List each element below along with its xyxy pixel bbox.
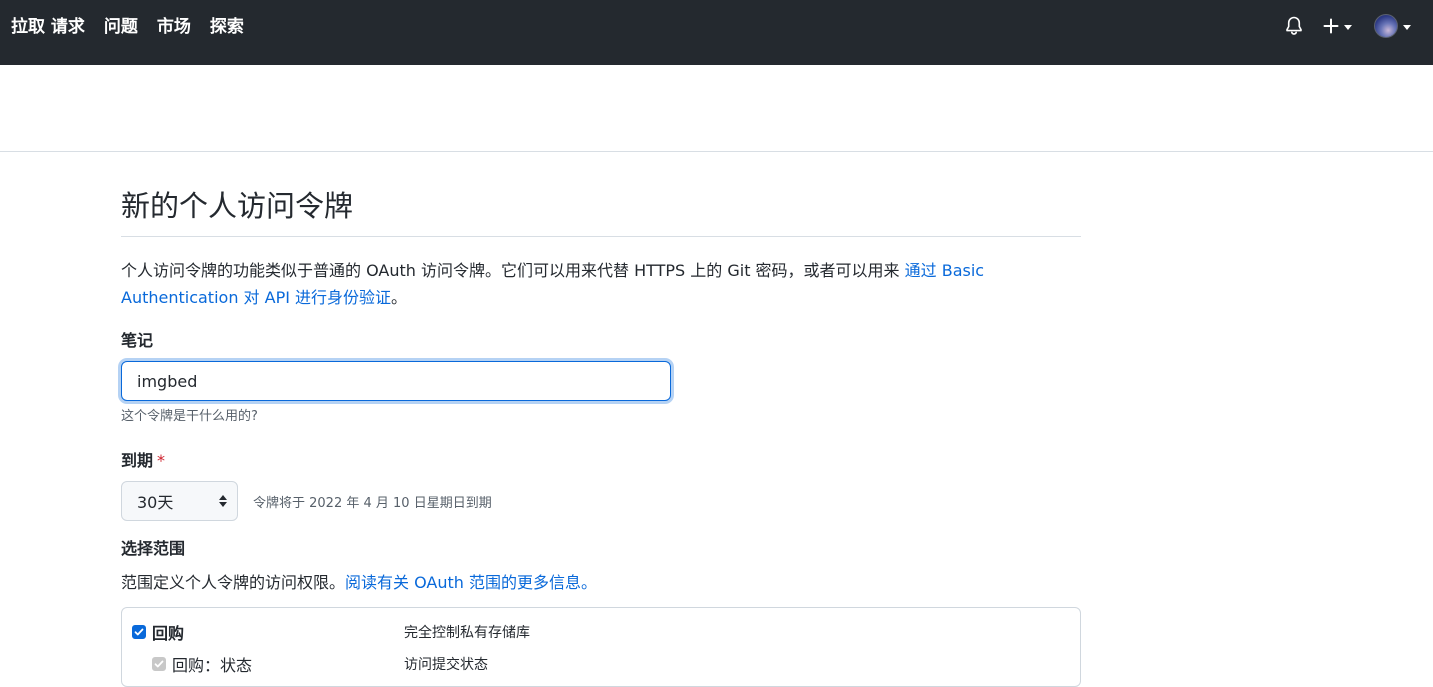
bell-icon[interactable] — [1285, 16, 1303, 36]
nav-pull-requests[interactable]: 拉取 请求 — [11, 16, 85, 38]
scopes-description-text: 范围定义个人令牌的访问权限。 — [121, 573, 346, 592]
select-arrows-icon — [219, 495, 227, 507]
scope-description-repo: 完全控制私有存储库 — [404, 625, 530, 641]
avatar — [1374, 14, 1398, 38]
check-icon — [154, 660, 164, 668]
expiration-row: 30天 令牌将于 2022 年 4 月 10 日星期日到期 — [121, 481, 1081, 521]
page-title: 新的个人访问令牌 — [121, 189, 354, 223]
description-end: 。 — [391, 288, 408, 307]
scopes-list: 回购 完全控制私有存储库 回购：状态 访问提交状态 — [121, 607, 1081, 687]
expiration-note: 令牌将于 2022 年 4 月 10 日星期日到期 — [253, 495, 492, 511]
check-icon — [134, 628, 144, 636]
nav-issues[interactable]: 问题 — [104, 16, 138, 38]
expiration-select[interactable]: 30天 — [121, 481, 238, 521]
required-mark: * — [157, 451, 166, 470]
user-menu-dropdown[interactable] — [1374, 14, 1411, 38]
scope-row-repo: 回购 完全控制私有存储库 — [132, 620, 530, 644]
note-label: 笔记 — [121, 331, 154, 350]
main-content: 新的个人访问令牌 个人访问令牌的功能类似于普通的 OAuth 访问令牌。它们可以… — [121, 180, 1081, 687]
page-description: 个人访问令牌的功能类似于普通的 OAuth 访问令牌。它们可以用来代替 HTTP… — [121, 257, 1081, 311]
scope-checkbox-repo-status[interactable] — [152, 657, 166, 671]
expiration-label: 到期 * — [121, 449, 1081, 473]
scope-description-repo-status: 访问提交状态 — [404, 657, 488, 673]
main-nav: 拉取 请求 问题 市场 探索 — [11, 16, 244, 38]
top-header: 拉取 请求 问题 市场 探索 — [0, 0, 1433, 65]
scope-checkbox-repo[interactable] — [132, 625, 146, 639]
note-input[interactable] — [121, 361, 671, 401]
oauth-scopes-link[interactable]: 阅读有关 OAuth 范围的更多信息。 — [345, 573, 597, 592]
create-new-dropdown[interactable] — [1323, 18, 1352, 34]
title-divider — [121, 236, 1081, 237]
chevron-down-icon — [1403, 24, 1411, 30]
scopes-description: 范围定义个人令牌的访问权限。阅读有关 OAuth 范围的更多信息。 — [121, 571, 1081, 595]
scope-row-repo-status: 回购：状态 访问提交状态 — [152, 652, 488, 676]
scope-name-repo: 回购 — [152, 624, 185, 643]
note-hint: 这个令牌是干什么用的? — [121, 409, 258, 424]
expiration-label-text: 到期 — [121, 451, 154, 470]
scopes-label: 选择范围 — [121, 539, 186, 558]
expiration-selected-value: 30天 — [137, 493, 174, 512]
nav-marketplace[interactable]: 市场 — [157, 16, 191, 38]
header-actions — [1285, 14, 1411, 38]
plus-icon — [1323, 18, 1339, 34]
description-text: 个人访问令牌的功能类似于普通的 OAuth 访问令牌。它们可以用来代替 HTTP… — [121, 261, 905, 280]
nav-explore[interactable]: 探索 — [210, 16, 244, 38]
scope-name-repo-status: 回购：状态 — [172, 656, 253, 675]
chevron-down-icon — [1344, 24, 1352, 30]
divider — [0, 151, 1433, 152]
